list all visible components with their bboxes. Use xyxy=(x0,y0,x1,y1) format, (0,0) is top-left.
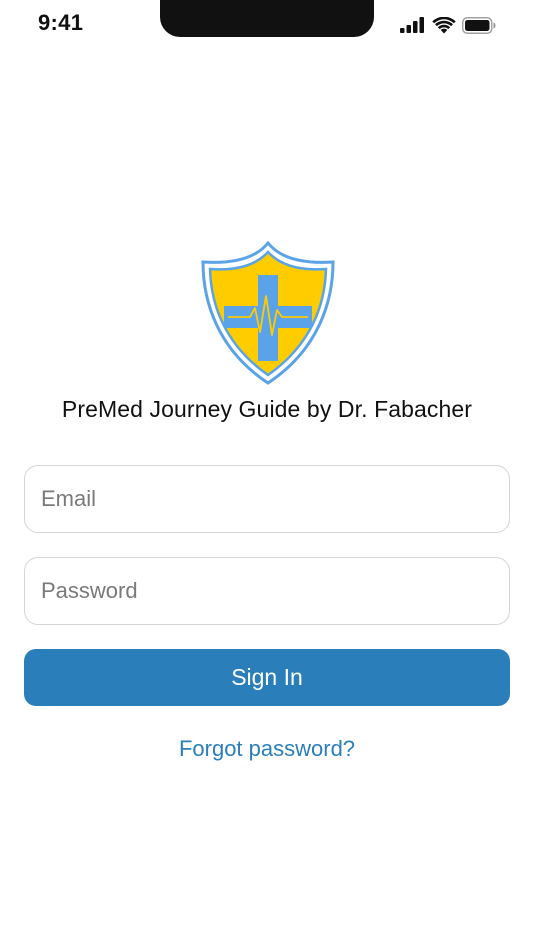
medical-shield-icon xyxy=(201,240,335,385)
wifi-icon xyxy=(432,16,456,33)
status-icons xyxy=(400,14,496,36)
battery-icon xyxy=(462,16,496,34)
password-input[interactable] xyxy=(24,557,510,625)
cellular-signal-icon xyxy=(400,17,424,33)
email-input[interactable] xyxy=(24,465,510,533)
app-title: PreMed Journey Guide by Dr. Fabacher xyxy=(61,396,473,422)
login-screen: 9:41 PreMed Journey Guide by Dr. Fabache… xyxy=(0,0,534,950)
device-notch xyxy=(160,0,374,37)
status-time: 9:41 xyxy=(38,10,84,35)
forgot-password-link[interactable]: Forgot password? xyxy=(0,736,534,762)
sign-in-button[interactable]: Sign In xyxy=(24,649,510,706)
